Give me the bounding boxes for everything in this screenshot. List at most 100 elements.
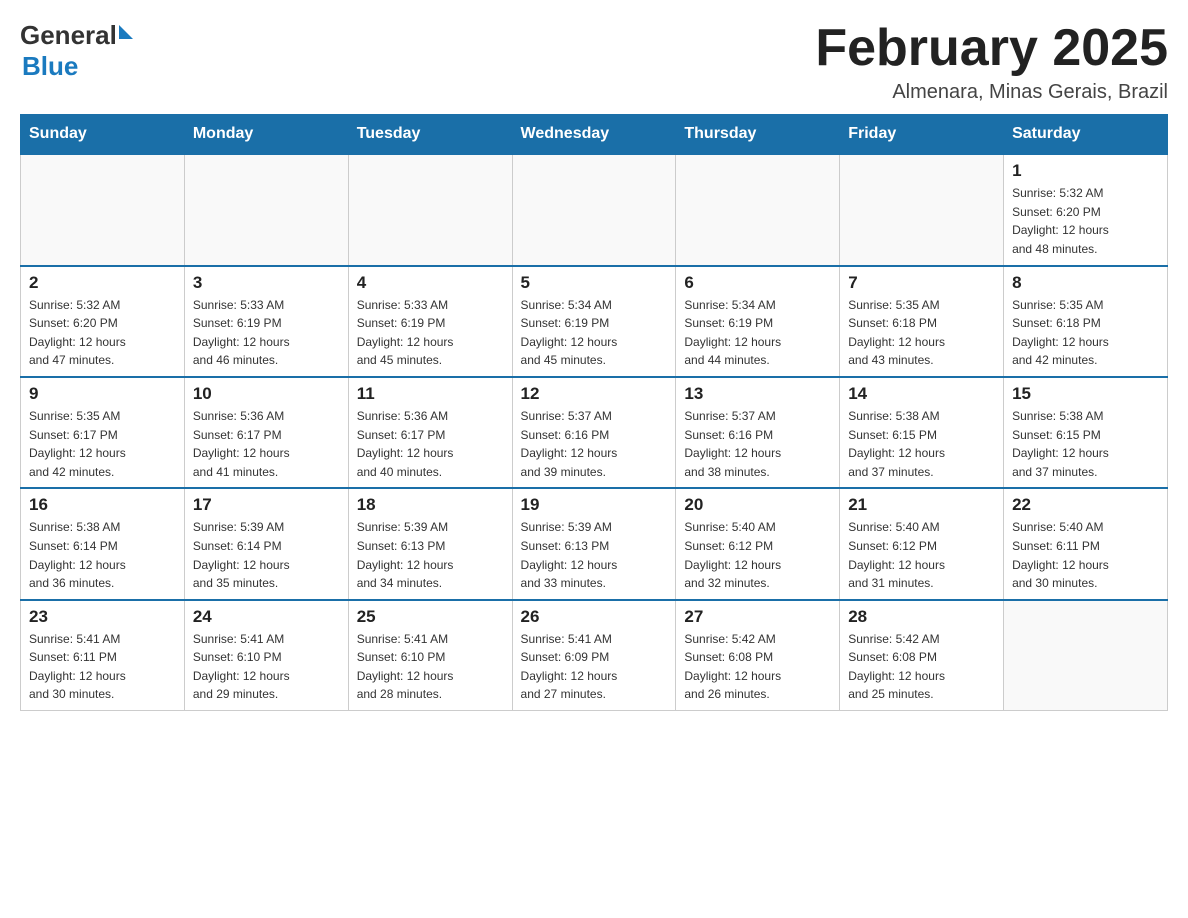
day-info: Sunrise: 5:35 AM Sunset: 6:17 PM Dayligh… [29, 407, 176, 481]
calendar-cell: 6 Sunrise: 5:34 AM Sunset: 6:19 PM Daylig… [676, 266, 840, 377]
page-header: General Blue February 2025 Almenara, Min… [20, 20, 1168, 104]
logo-arrow-icon [119, 25, 133, 39]
calendar-cell: 23 Sunrise: 5:41 AM Sunset: 6:11 PM Dayli… [21, 600, 185, 711]
day-number: 16 [29, 495, 176, 515]
day-number: 11 [357, 384, 504, 404]
day-info: Sunrise: 5:41 AM Sunset: 6:11 PM Dayligh… [29, 630, 176, 704]
day-number: 28 [848, 607, 995, 627]
day-info: Sunrise: 5:32 AM Sunset: 6:20 PM Dayligh… [29, 296, 176, 370]
calendar-cell [676, 154, 840, 265]
calendar-header-row: SundayMondayTuesdayWednesdayThursdayFrid… [21, 115, 1168, 155]
calendar-week-1: 1 Sunrise: 5:32 AM Sunset: 6:20 PM Daylig… [21, 154, 1168, 265]
calendar-cell: 20 Sunrise: 5:40 AM Sunset: 6:12 PM Dayli… [676, 488, 840, 599]
day-info: Sunrise: 5:35 AM Sunset: 6:18 PM Dayligh… [1012, 296, 1159, 370]
day-info: Sunrise: 5:38 AM Sunset: 6:14 PM Dayligh… [29, 518, 176, 592]
calendar-cell: 1 Sunrise: 5:32 AM Sunset: 6:20 PM Daylig… [1004, 154, 1168, 265]
calendar-cell: 17Sunrise: 5:39 AM Sunset: 6:14 PM Dayli… [184, 488, 348, 599]
logo: General Blue [20, 20, 133, 82]
day-info: Sunrise: 5:39 AM Sunset: 6:13 PM Dayligh… [357, 518, 504, 592]
day-number: 27 [684, 607, 831, 627]
logo-blue-text: Blue [22, 51, 133, 82]
day-info: Sunrise: 5:33 AM Sunset: 6:19 PM Dayligh… [357, 296, 504, 370]
calendar-cell: 27 Sunrise: 5:42 AM Sunset: 6:08 PM Dayli… [676, 600, 840, 711]
day-number: 26 [521, 607, 668, 627]
calendar-cell: 15 Sunrise: 5:38 AM Sunset: 6:15 PM Dayli… [1004, 377, 1168, 488]
day-number: 1 [1012, 161, 1159, 181]
col-header-monday: Monday [184, 115, 348, 155]
day-number: 2 [29, 273, 176, 293]
day-info: Sunrise: 5:36 AM Sunset: 6:17 PM Dayligh… [357, 407, 504, 481]
day-number: 15 [1012, 384, 1159, 404]
calendar-cell: 26Sunrise: 5:41 AM Sunset: 6:09 PM Dayli… [512, 600, 676, 711]
day-number: 13 [684, 384, 831, 404]
calendar-cell: 28 Sunrise: 5:42 AM Sunset: 6:08 PM Dayli… [840, 600, 1004, 711]
day-info: Sunrise: 5:32 AM Sunset: 6:20 PM Dayligh… [1012, 184, 1159, 258]
calendar-table: SundayMondayTuesdayWednesdayThursdayFrid… [20, 114, 1168, 711]
calendar-week-3: 9 Sunrise: 5:35 AM Sunset: 6:17 PM Daylig… [21, 377, 1168, 488]
day-info: Sunrise: 5:41 AM Sunset: 6:10 PM Dayligh… [193, 630, 340, 704]
day-number: 12 [521, 384, 668, 404]
day-info: Sunrise: 5:38 AM Sunset: 6:15 PM Dayligh… [1012, 407, 1159, 481]
calendar-week-5: 23 Sunrise: 5:41 AM Sunset: 6:11 PM Dayli… [21, 600, 1168, 711]
day-info: Sunrise: 5:34 AM Sunset: 6:19 PM Dayligh… [684, 296, 831, 370]
calendar-cell: 14 Sunrise: 5:38 AM Sunset: 6:15 PM Dayli… [840, 377, 1004, 488]
calendar-cell [1004, 600, 1168, 711]
title-block: February 2025 Almenara, Minas Gerais, Br… [815, 20, 1168, 104]
day-info: Sunrise: 5:37 AM Sunset: 6:16 PM Dayligh… [521, 407, 668, 481]
day-number: 21 [848, 495, 995, 515]
day-info: Sunrise: 5:41 AM Sunset: 6:10 PM Dayligh… [357, 630, 504, 704]
day-number: 4 [357, 273, 504, 293]
calendar-cell: 2 Sunrise: 5:32 AM Sunset: 6:20 PM Daylig… [21, 266, 185, 377]
day-info: Sunrise: 5:40 AM Sunset: 6:11 PM Dayligh… [1012, 518, 1159, 592]
day-number: 23 [29, 607, 176, 627]
calendar-cell: 24 Sunrise: 5:41 AM Sunset: 6:10 PM Dayli… [184, 600, 348, 711]
day-info: Sunrise: 5:34 AM Sunset: 6:19 PM Dayligh… [521, 296, 668, 370]
calendar-cell: 5Sunrise: 5:34 AM Sunset: 6:19 PM Daylig… [512, 266, 676, 377]
day-info: Sunrise: 5:40 AM Sunset: 6:12 PM Dayligh… [848, 518, 995, 592]
location-subtitle: Almenara, Minas Gerais, Brazil [815, 81, 1168, 104]
col-header-thursday: Thursday [676, 115, 840, 155]
day-info: Sunrise: 5:35 AM Sunset: 6:18 PM Dayligh… [848, 296, 995, 370]
day-number: 24 [193, 607, 340, 627]
calendar-cell [184, 154, 348, 265]
calendar-cell: 19Sunrise: 5:39 AM Sunset: 6:13 PM Dayli… [512, 488, 676, 599]
calendar-cell: 13 Sunrise: 5:37 AM Sunset: 6:16 PM Dayli… [676, 377, 840, 488]
calendar-week-4: 16 Sunrise: 5:38 AM Sunset: 6:14 PM Dayli… [21, 488, 1168, 599]
day-number: 8 [1012, 273, 1159, 293]
day-number: 18 [357, 495, 504, 515]
calendar-cell: 3Sunrise: 5:33 AM Sunset: 6:19 PM Daylig… [184, 266, 348, 377]
calendar-cell: 22 Sunrise: 5:40 AM Sunset: 6:11 PM Dayli… [1004, 488, 1168, 599]
calendar-cell [840, 154, 1004, 265]
day-number: 25 [357, 607, 504, 627]
day-number: 17 [193, 495, 340, 515]
calendar-cell: 10Sunrise: 5:36 AM Sunset: 6:17 PM Dayli… [184, 377, 348, 488]
day-info: Sunrise: 5:33 AM Sunset: 6:19 PM Dayligh… [193, 296, 340, 370]
day-number: 9 [29, 384, 176, 404]
col-header-wednesday: Wednesday [512, 115, 676, 155]
calendar-cell: 9 Sunrise: 5:35 AM Sunset: 6:17 PM Daylig… [21, 377, 185, 488]
day-number: 6 [684, 273, 831, 293]
day-number: 22 [1012, 495, 1159, 515]
day-info: Sunrise: 5:40 AM Sunset: 6:12 PM Dayligh… [684, 518, 831, 592]
calendar-cell [348, 154, 512, 265]
logo-general-text: General [20, 20, 117, 51]
day-number: 14 [848, 384, 995, 404]
calendar-cell: 7 Sunrise: 5:35 AM Sunset: 6:18 PM Daylig… [840, 266, 1004, 377]
calendar-cell [21, 154, 185, 265]
calendar-cell: 11 Sunrise: 5:36 AM Sunset: 6:17 PM Dayli… [348, 377, 512, 488]
day-number: 20 [684, 495, 831, 515]
col-header-tuesday: Tuesday [348, 115, 512, 155]
calendar-cell: 16 Sunrise: 5:38 AM Sunset: 6:14 PM Dayli… [21, 488, 185, 599]
day-info: Sunrise: 5:42 AM Sunset: 6:08 PM Dayligh… [848, 630, 995, 704]
day-info: Sunrise: 5:37 AM Sunset: 6:16 PM Dayligh… [684, 407, 831, 481]
day-info: Sunrise: 5:42 AM Sunset: 6:08 PM Dayligh… [684, 630, 831, 704]
day-number: 7 [848, 273, 995, 293]
day-info: Sunrise: 5:38 AM Sunset: 6:15 PM Dayligh… [848, 407, 995, 481]
day-info: Sunrise: 5:39 AM Sunset: 6:13 PM Dayligh… [521, 518, 668, 592]
calendar-cell [512, 154, 676, 265]
calendar-week-2: 2 Sunrise: 5:32 AM Sunset: 6:20 PM Daylig… [21, 266, 1168, 377]
calendar-cell: 25 Sunrise: 5:41 AM Sunset: 6:10 PM Dayli… [348, 600, 512, 711]
col-header-friday: Friday [840, 115, 1004, 155]
calendar-cell: 12 Sunrise: 5:37 AM Sunset: 6:16 PM Dayli… [512, 377, 676, 488]
calendar-cell: 4 Sunrise: 5:33 AM Sunset: 6:19 PM Daylig… [348, 266, 512, 377]
